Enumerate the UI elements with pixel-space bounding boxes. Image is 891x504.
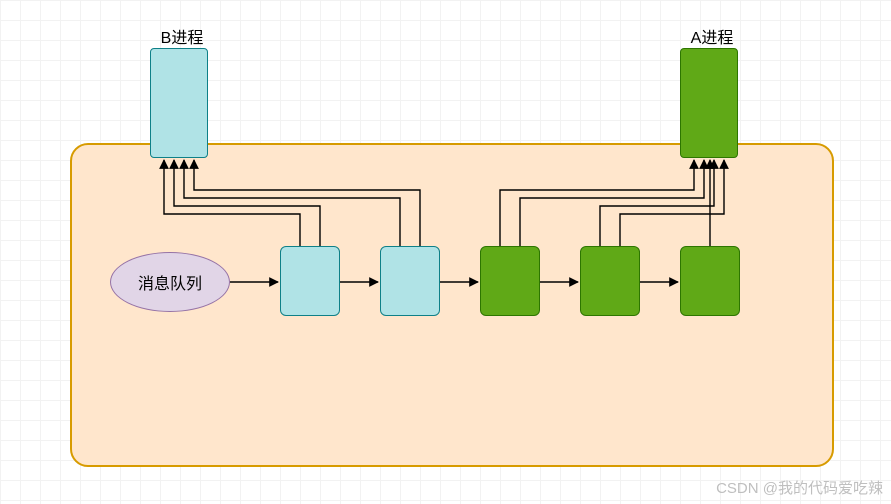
message-queue-ellipse: 消息队列: [110, 252, 230, 312]
a-process-label: A进程: [682, 24, 742, 48]
queue-node-2: [480, 246, 540, 316]
queue-node-3: [580, 246, 640, 316]
a-process-box: [680, 48, 738, 158]
csdn-watermark: CSDN @我的代码爱吃辣: [716, 477, 883, 498]
b-process-label: B进程: [152, 24, 212, 48]
queue-node-1: [380, 246, 440, 316]
message-queue-text: 消息队列: [138, 270, 202, 294]
diagram-stage: B进程 A进程 消息队列: [0, 0, 891, 504]
queue-node-4: [680, 246, 740, 316]
b-process-box: [150, 48, 208, 158]
queue-node-0: [280, 246, 340, 316]
